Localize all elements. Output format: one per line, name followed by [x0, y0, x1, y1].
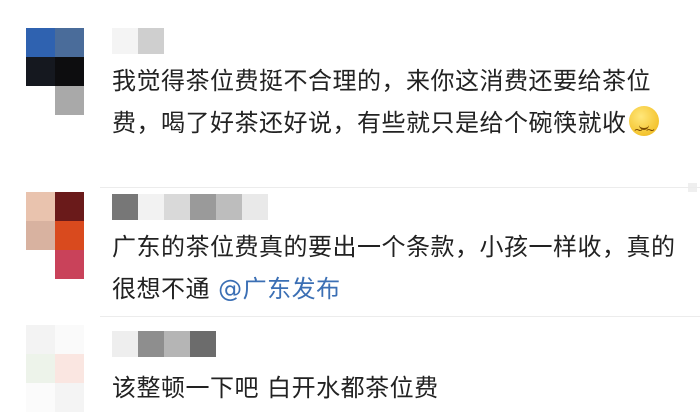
comment-text: 该整顿一下吧 白开水都茶位费 [112, 367, 682, 409]
comment-body: 该整顿一下吧 白开水都茶位费 [112, 374, 439, 402]
comment-item-1: 我觉得茶位费挺不合理的，来你这消费还要给茶位费，喝了好茶还好说，有些就只是给个碗… [0, 0, 700, 192]
username-blurred[interactable] [112, 194, 268, 220]
username-blurred[interactable] [112, 331, 216, 357]
comment-item-3: 该整顿一下吧 白开水都茶位费 [0, 317, 700, 415]
smirk-emoji-icon [628, 106, 659, 151]
comment-item-2: 广东的茶位费真的要出一个条款，小孩一样收，真的很想不通 @广东发布 [0, 188, 700, 313]
avatar[interactable] [26, 325, 84, 412]
comment-text: 我觉得茶位费挺不合理的，来你这消费还要给茶位费，喝了好茶还好说，有些就只是给个碗… [112, 60, 682, 151]
avatar[interactable] [26, 28, 84, 115]
mention-link[interactable]: @广东发布 [218, 275, 341, 303]
comment-text: 广东的茶位费真的要出一个条款，小孩一样收，真的很想不通 @广东发布 [112, 226, 682, 310]
comment-body: 广东的茶位费真的要出一个条款，小孩一样收，真的很想不通 [112, 233, 676, 303]
avatar[interactable] [26, 192, 84, 279]
username-blurred[interactable] [112, 28, 164, 54]
comment-body: 我觉得茶位费挺不合理的，来你这消费还要给茶位费，喝了好茶还好说，有些就只是给个碗… [112, 67, 651, 137]
